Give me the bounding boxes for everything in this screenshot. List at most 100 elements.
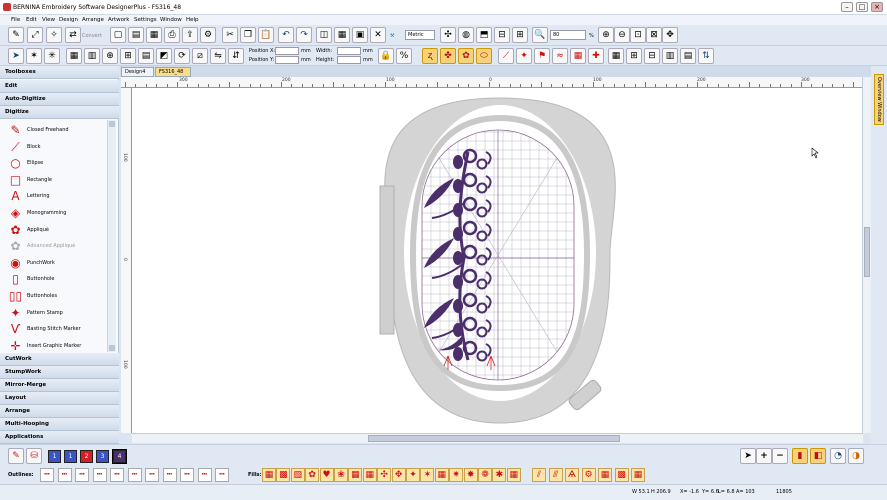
fill-stitch-button[interactable]: ✸ bbox=[463, 468, 478, 482]
wave-button[interactable]: ≈ bbox=[552, 48, 568, 64]
tool-monogramming[interactable]: ◈ Monogramming bbox=[8, 205, 108, 221]
fill-bucket-button[interactable]: ⛁ bbox=[26, 448, 42, 464]
outline-stitch-button[interactable]: ┅ bbox=[92, 468, 107, 482]
close-button[interactable]: × bbox=[871, 2, 883, 12]
section-applications[interactable]: Applications bbox=[0, 431, 119, 444]
canvas-vertical-scrollbar[interactable] bbox=[862, 77, 871, 433]
tool-advanced-applique[interactable]: ✿ Advanced Appliqué bbox=[8, 238, 108, 254]
vertical-scroll-thumb[interactable] bbox=[864, 227, 870, 277]
outline-stitch-button[interactable]: ┅ bbox=[180, 468, 194, 482]
tool-basting-marker[interactable]: Ѵ Basting Stitch Marker bbox=[8, 321, 108, 337]
thread-color-swatch[interactable]: 4 bbox=[112, 449, 127, 464]
zoom-input[interactable]: 80 bbox=[550, 30, 586, 40]
menu-file[interactable]: File bbox=[11, 17, 20, 23]
tool-ellipse[interactable]: ○ Ellipse bbox=[8, 155, 108, 171]
export-button[interactable]: ⇪ bbox=[182, 27, 198, 43]
fill-stitch-button[interactable]: ✷ bbox=[449, 468, 464, 482]
view-color-button[interactable]: ▤ bbox=[680, 48, 696, 64]
open-button[interactable]: ▤ bbox=[128, 27, 144, 43]
select-arrow-button[interactable]: ➤ bbox=[8, 48, 24, 64]
outline-stitch-button[interactable]: ┅ bbox=[57, 468, 72, 482]
hoop-button[interactable]: ◫ bbox=[316, 27, 332, 43]
stitch-angle-button[interactable]: ⟋ bbox=[498, 48, 514, 64]
copy-button[interactable]: ❐ bbox=[240, 27, 256, 43]
redo-button[interactable]: ↷ bbox=[296, 27, 312, 43]
maximize-button[interactable]: □ bbox=[856, 2, 868, 12]
minimize-button[interactable]: – bbox=[841, 2, 853, 12]
lock-proportions-button[interactable]: 🔒 bbox=[378, 48, 394, 64]
scroll-up-icon[interactable] bbox=[109, 121, 115, 127]
undo-button[interactable]: ↶ bbox=[278, 27, 294, 43]
position-y-input[interactable] bbox=[275, 56, 299, 64]
fill-button[interactable]: ✤ bbox=[440, 48, 456, 64]
menu-edit[interactable]: Edit bbox=[26, 17, 37, 23]
paste-button[interactable]: 📋 bbox=[258, 27, 274, 43]
select-object-button[interactable]: ✶ bbox=[26, 48, 42, 64]
fill-stitch-button[interactable]: ✣ bbox=[377, 468, 392, 482]
zoom-out-button[interactable]: ⊖ bbox=[614, 27, 630, 43]
section-digitize[interactable]: Digitize bbox=[0, 106, 119, 119]
stamp-button[interactable]: ⚑ bbox=[534, 48, 550, 64]
fill-stitch-button[interactable]: ▦ bbox=[434, 468, 449, 482]
fill-stitch-button[interactable]: ▦ bbox=[262, 468, 276, 482]
stitch-effect-button[interactable]: ▩ bbox=[614, 468, 629, 482]
outline-stitch-button[interactable]: ┅ bbox=[215, 468, 229, 482]
eyedropper-button[interactable]: ✎ bbox=[8, 448, 24, 464]
net-button[interactable]: ▦ bbox=[570, 48, 586, 64]
satin-button[interactable]: ʐ bbox=[422, 48, 438, 64]
stitch-display-button[interactable]: ✣ bbox=[440, 27, 456, 43]
zoom-box-button[interactable]: ⊠ bbox=[646, 27, 662, 43]
tool-buttonholes[interactable]: ▯▯ Buttonholes bbox=[8, 288, 108, 304]
position-x-input[interactable] bbox=[275, 47, 299, 55]
fill-stitch-button[interactable]: ♥ bbox=[319, 468, 334, 482]
section-mirror-merge[interactable]: Mirror-Merge bbox=[0, 379, 119, 392]
reshape-button[interactable]: ⤢ bbox=[27, 27, 43, 43]
fill-stitch-button[interactable]: ❀ bbox=[334, 468, 348, 482]
fill-stitch-button[interactable]: ▦ bbox=[348, 468, 363, 482]
outline-stitch-button[interactable]: ┅ bbox=[127, 468, 142, 482]
color-palette-button[interactable]: ◍ bbox=[458, 27, 474, 43]
display-button[interactable]: ▣ bbox=[352, 27, 368, 43]
section-multi-hooping[interactable]: Multi-Hooping bbox=[0, 418, 119, 431]
thread-chart-button[interactable]: ◧ bbox=[810, 448, 826, 464]
horizontal-scroll-thumb[interactable] bbox=[368, 435, 620, 442]
convert-button[interactable]: ⇄ bbox=[65, 27, 81, 43]
stitch-effect-button[interactable]: ▦ bbox=[631, 468, 645, 482]
print-button[interactable]: ⎙ bbox=[164, 27, 180, 43]
outline-stitch-button[interactable]: ┅ bbox=[162, 468, 177, 482]
tool-pattern-stamp[interactable]: ✦ Pattern Stamp bbox=[8, 305, 108, 321]
ungroup-button[interactable]: ▥ bbox=[84, 48, 100, 64]
view-hoop-button[interactable]: ⊞ bbox=[626, 48, 642, 64]
design-canvas[interactable] bbox=[132, 88, 863, 433]
outline-stitch-button[interactable]: ┅ bbox=[145, 468, 159, 482]
fill-stitch-button[interactable]: ❁ bbox=[478, 468, 492, 482]
stitch-effect-button[interactable]: Ѧ bbox=[565, 468, 579, 482]
fill-stitch-button[interactable]: ✱ bbox=[492, 468, 507, 482]
section-arrange[interactable]: Arrange bbox=[0, 405, 119, 418]
fill-stitch-button[interactable]: ▦ bbox=[506, 468, 521, 482]
units-select[interactable]: Metric bbox=[405, 30, 435, 40]
cross-button[interactable]: ✚ bbox=[588, 48, 604, 64]
skew-button[interactable]: ⧄ bbox=[192, 48, 208, 64]
align-button[interactable]: ⊞ bbox=[120, 48, 136, 64]
section-auto-digitize[interactable]: Auto-Digitize bbox=[0, 93, 119, 106]
thread-color-swatch[interactable]: 2 bbox=[80, 450, 93, 463]
toolbox-scrollbar[interactable] bbox=[107, 120, 116, 352]
zoom-button[interactable]: 🔍 bbox=[532, 27, 548, 43]
view-layers-button[interactable]: ⊟ bbox=[644, 48, 660, 64]
pan-button[interactable]: ✥ bbox=[662, 27, 678, 43]
motif-button[interactable]: ✿ bbox=[458, 48, 474, 64]
tool-buttonhole[interactable]: ▯ Buttonhole bbox=[8, 271, 108, 287]
menu-design[interactable]: Design bbox=[59, 17, 78, 23]
section-edit[interactable]: Edit bbox=[0, 80, 119, 93]
outline-stitch-button[interactable]: ┅ bbox=[40, 468, 54, 482]
section-layout[interactable]: Layout bbox=[0, 392, 119, 405]
tool-graphic-marker[interactable]: ✛ Insert Graphic Marker bbox=[8, 338, 108, 354]
lock-button[interactable]: ⊕ bbox=[102, 48, 118, 64]
stitch-effect-button[interactable]: ⫻ bbox=[548, 468, 563, 482]
save-button[interactable]: ▦ bbox=[146, 27, 162, 43]
rotate-button[interactable]: ⟳ bbox=[174, 48, 190, 64]
cut-button[interactable]: ✂ bbox=[222, 27, 238, 43]
canvas-horizontal-scrollbar[interactable] bbox=[132, 433, 863, 443]
view-grid-button[interactable]: ▦ bbox=[608, 48, 624, 64]
